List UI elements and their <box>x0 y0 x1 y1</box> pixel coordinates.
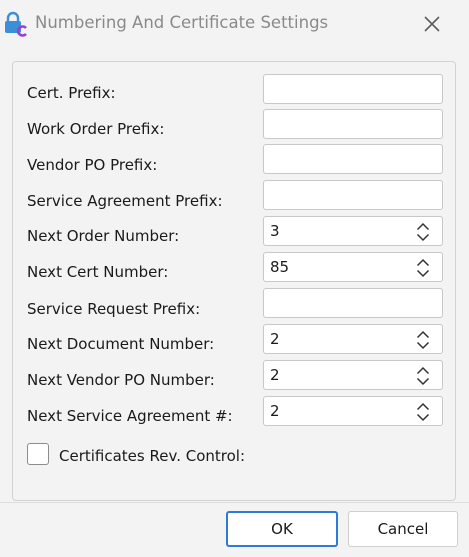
next-order-number-input[interactable] <box>264 217 404 245</box>
vendor-po-prefix-label: Vendor PO Prefix: <box>27 156 158 174</box>
window-title: Numbering And Certificate Settings <box>35 13 329 32</box>
next-cert-number-input[interactable] <box>264 253 404 281</box>
work-order-prefix-input[interactable] <box>264 110 442 138</box>
next-order-number-label: Next Order Number: <box>27 227 180 245</box>
work-order-prefix-label: Work Order Prefix: <box>27 120 165 138</box>
next-service-agreement-number-spinbox[interactable] <box>263 396 443 426</box>
next-cert-number-label: Next Cert Number: <box>27 263 169 281</box>
next-service-agreement-number-input[interactable] <box>264 397 404 425</box>
ok-button[interactable]: OK <box>226 511 338 547</box>
spin-arrows-icon[interactable] <box>416 330 430 350</box>
close-icon[interactable] <box>416 8 448 40</box>
service-agreement-prefix-field[interactable] <box>263 180 443 210</box>
next-service-agreement-number-label: Next Service Agreement #: <box>27 407 233 425</box>
service-request-prefix-input[interactable] <box>264 289 442 317</box>
next-order-number-spinbox[interactable] <box>263 216 443 246</box>
service-agreement-prefix-input[interactable] <box>264 181 442 209</box>
work-order-prefix-field[interactable] <box>263 109 443 139</box>
spin-arrows-icon[interactable] <box>416 402 430 422</box>
vendor-po-prefix-field[interactable] <box>263 144 443 174</box>
service-request-prefix-field[interactable] <box>263 288 443 318</box>
next-cert-number-spinbox[interactable] <box>263 252 443 282</box>
certificates-rev-control-label[interactable]: Certificates Rev. Control: <box>59 447 245 465</box>
service-request-prefix-label: Service Request Prefix: <box>27 300 201 318</box>
spin-arrows-icon[interactable] <box>416 222 430 242</box>
next-vendor-po-number-input[interactable] <box>264 361 404 389</box>
vendor-po-prefix-input[interactable] <box>264 145 442 173</box>
spin-arrows-icon[interactable] <box>416 258 430 278</box>
title-bar: Numbering And Certificate Settings <box>0 0 469 48</box>
cancel-button[interactable]: Cancel <box>348 511 458 547</box>
next-vendor-po-number-spinbox[interactable] <box>263 360 443 390</box>
certificates-rev-control-checkbox[interactable] <box>27 443 49 465</box>
next-document-number-label: Next Document Number: <box>27 335 215 353</box>
cert-prefix-input[interactable] <box>264 75 442 103</box>
next-document-number-input[interactable] <box>264 325 404 353</box>
service-agreement-prefix-label: Service Agreement Prefix: <box>27 192 223 210</box>
next-vendor-po-number-label: Next Vendor PO Number: <box>27 371 215 389</box>
cert-prefix-label: Cert. Prefix: <box>27 84 116 102</box>
spin-arrows-icon[interactable] <box>416 366 430 386</box>
lock-app-icon <box>5 11 27 37</box>
cert-prefix-field[interactable] <box>263 74 443 104</box>
next-document-number-spinbox[interactable] <box>263 324 443 354</box>
